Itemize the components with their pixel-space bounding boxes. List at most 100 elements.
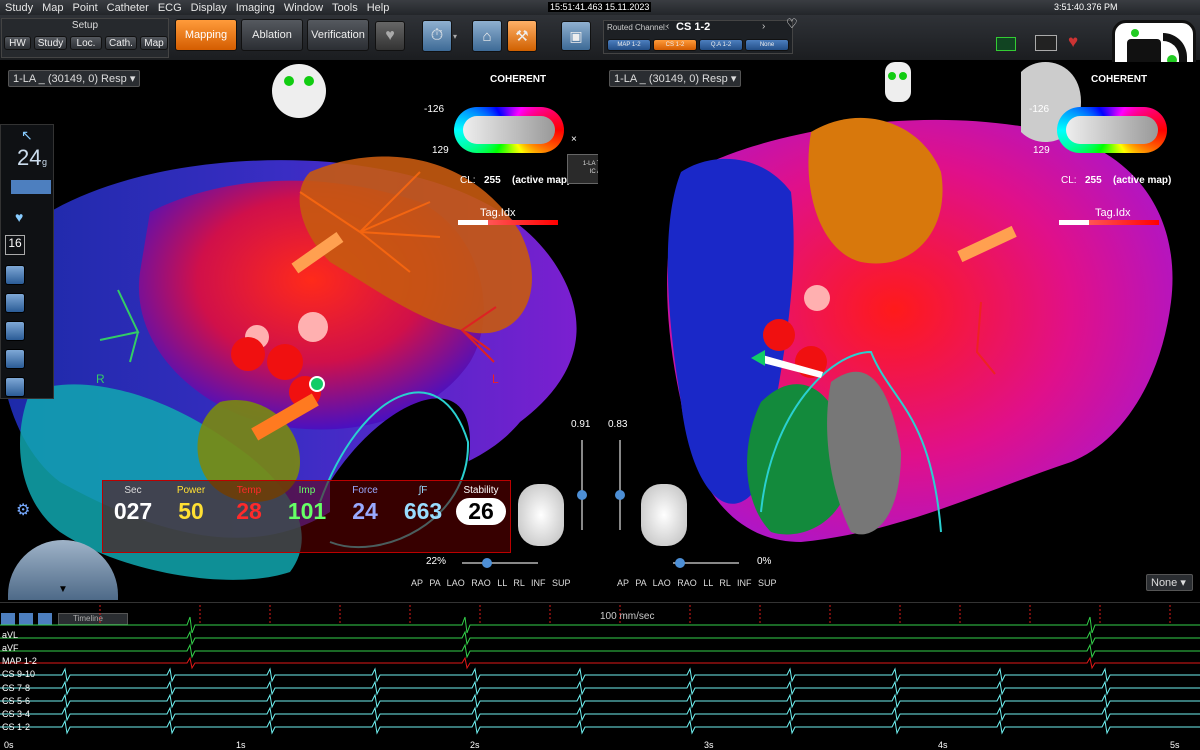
orientation-l-label: L: [492, 372, 499, 386]
tag-tool-icon[interactable]: [5, 293, 25, 313]
mapping-button[interactable]: Mapping: [175, 19, 237, 51]
orientation-r-label: R: [96, 372, 105, 386]
left-zoom-handle[interactable]: [577, 490, 587, 500]
routed-channel-panel: Routed Channel: ‹ CS 1-2 › MAP 1-2 CS 1-…: [603, 20, 793, 54]
setup-cath-button[interactable]: Cath.: [105, 36, 137, 50]
ecg-trace: [0, 643, 1200, 659]
close-icon[interactable]: ×: [571, 134, 577, 145]
verification-button[interactable]: Verification: [307, 19, 369, 51]
right-zoom-slider[interactable]: [619, 440, 621, 530]
chevron-down-icon[interactable]: ▼: [58, 584, 68, 595]
menu-display[interactable]: Display: [186, 2, 231, 14]
ecg-panel: Timeline 100 mm/sec aVL aVF MAP 1-2 CS 9…: [0, 602, 1200, 750]
left-cl-value: 255: [484, 175, 501, 186]
left-active-map-label: (active map): [512, 175, 571, 186]
next-channel-icon[interactable]: ›: [762, 21, 765, 32]
point-tool-icon[interactable]: [5, 321, 25, 341]
right-tag-label: Tag.Idx: [1095, 207, 1131, 219]
ablation-button[interactable]: Ablation: [241, 19, 303, 51]
catheter-icon[interactable]: ♥: [15, 209, 23, 225]
right-map-view[interactable]: 1-LA _ (30149, 0) Resp ▾ COHERENT -126 1…: [601, 62, 1200, 600]
toolbar: Setup HW Study Loc. Cath. Map Mapping Ab…: [0, 15, 1200, 100]
left-map-selector[interactable]: 1-LA _ (30149, 0) Resp ▾: [8, 70, 141, 87]
right-rotation-pct: 0%: [757, 556, 772, 567]
chevron-down-icon: ▾: [129, 73, 136, 85]
lead-cs910-label: CS 9-10: [2, 669, 36, 679]
menu-window[interactable]: Window: [279, 2, 327, 14]
metric-stability: Stability 26: [451, 485, 511, 525]
chevron-down-icon[interactable]: ▾: [453, 32, 457, 41]
chip-qa-1-2[interactable]: Q.A 1-2: [699, 39, 743, 51]
menu-help[interactable]: Help: [362, 2, 394, 14]
left-range-bottom: 129: [432, 145, 449, 156]
lead-map-label: MAP 1-2: [2, 656, 37, 666]
prev-channel-icon[interactable]: ‹: [666, 21, 669, 32]
monitor-icon[interactable]: ▣: [561, 21, 591, 51]
orientation-head-icon[interactable]: [272, 64, 326, 118]
ablation-tool-icon[interactable]: ⚒: [507, 20, 537, 52]
tcl-info-box: 1-LA TCL 260 ms IC AFLU 1 4: [567, 154, 598, 184]
menu-catheter[interactable]: Catheter: [102, 2, 153, 14]
setup-study-button[interactable]: Study: [34, 36, 67, 50]
right-coherent-label: COHERENT: [1091, 74, 1148, 85]
clock-settings-icon[interactable]: ⏱: [422, 20, 452, 52]
count-box: 16: [5, 235, 25, 255]
left-zoom-slider[interactable]: [581, 440, 583, 530]
arrow-up-left-icon[interactable]: ↖: [21, 127, 33, 144]
heart-model-icon[interactable]: [518, 484, 564, 546]
setup-map-button[interactable]: Map: [140, 36, 168, 50]
ecg-traces: [0, 605, 1200, 735]
layout-grid-icon[interactable]: [11, 180, 51, 194]
metric-force: Force 24: [352, 485, 378, 524]
left-view-buttons[interactable]: AP PA LAO RAO LL RL INF SUP: [411, 578, 571, 588]
left-rotation-handle[interactable]: [482, 558, 492, 568]
grid-tool-icon[interactable]: [5, 265, 25, 285]
segment-tool-icon[interactable]: [5, 349, 25, 369]
right-view-buttons[interactable]: AP PA LAO RAO LL RL INF SUP: [617, 578, 777, 588]
right-rotation-handle[interactable]: [675, 558, 685, 568]
chevron-down-icon: ▾: [1180, 577, 1186, 589]
left-color-scale[interactable]: [454, 107, 564, 153]
annotate-tool-icon[interactable]: [5, 377, 25, 397]
menu-study[interactable]: Study: [0, 2, 37, 14]
chip-none[interactable]: None: [745, 39, 789, 51]
right-zoom-value: 0.83: [608, 419, 628, 430]
routed-channel-value: CS 1-2: [676, 21, 711, 33]
ecg-trace: [0, 667, 1200, 683]
left-coherent-label: COHERENT: [490, 74, 547, 85]
system-clock: 15:51:41.463 15.11.2023: [548, 2, 652, 12]
right-color-scale[interactable]: [1057, 107, 1167, 153]
left-map-view[interactable]: 1-LA _ (30149, 0) Resp ▾ COHERENT -126 1…: [0, 62, 598, 600]
ecg-trace: [0, 630, 1200, 646]
right-active-map-label: (active map): [1113, 175, 1172, 186]
left-rotation-slider[interactable]: [462, 562, 538, 564]
chip-cs-1-2[interactable]: CS 1-2: [653, 39, 697, 51]
gear-icon[interactable]: ⚙: [16, 500, 30, 520]
right-map-selector[interactable]: 1-LA _ (30149, 0) Resp ▾: [609, 70, 742, 87]
right-zoom-handle[interactable]: [615, 490, 625, 500]
right-none-dropdown[interactable]: None ▾: [1146, 574, 1193, 591]
left-zoom-value: 0.91: [571, 419, 591, 430]
left-cl-label: CL:: [460, 175, 476, 186]
menu-tools[interactable]: Tools: [327, 2, 362, 14]
setup-loc-button[interactable]: Loc.: [70, 36, 102, 50]
lead-cs56-label: CS 5-6: [2, 696, 31, 706]
menu-imaging[interactable]: Imaging: [231, 2, 279, 14]
menu-map[interactable]: Map: [37, 2, 67, 14]
weight-value: 24: [17, 145, 42, 170]
orientation-head-icon[interactable]: [885, 62, 911, 102]
heart-model-icon[interactable]: [641, 484, 687, 546]
setup-title: Setup: [71, 20, 99, 31]
menu-ecg[interactable]: ECG: [153, 2, 186, 14]
catheter-view-icon[interactable]: ⌂: [472, 20, 502, 52]
lead-cs12-label: CS 1-2: [2, 722, 31, 732]
ecg-trace: [0, 616, 1200, 634]
heart-icon[interactable]: ♥: [375, 21, 405, 51]
chip-map-1-2[interactable]: MAP 1-2: [607, 39, 651, 51]
lead-avf-label: aVF: [2, 643, 19, 653]
left-tag-bar: [458, 220, 558, 225]
setup-hw-button[interactable]: HW: [4, 36, 31, 50]
routed-channel-title: Routed Channel:: [607, 23, 668, 32]
lead-cs78-label: CS 7-8: [2, 683, 31, 693]
menu-point[interactable]: Point: [68, 2, 102, 14]
